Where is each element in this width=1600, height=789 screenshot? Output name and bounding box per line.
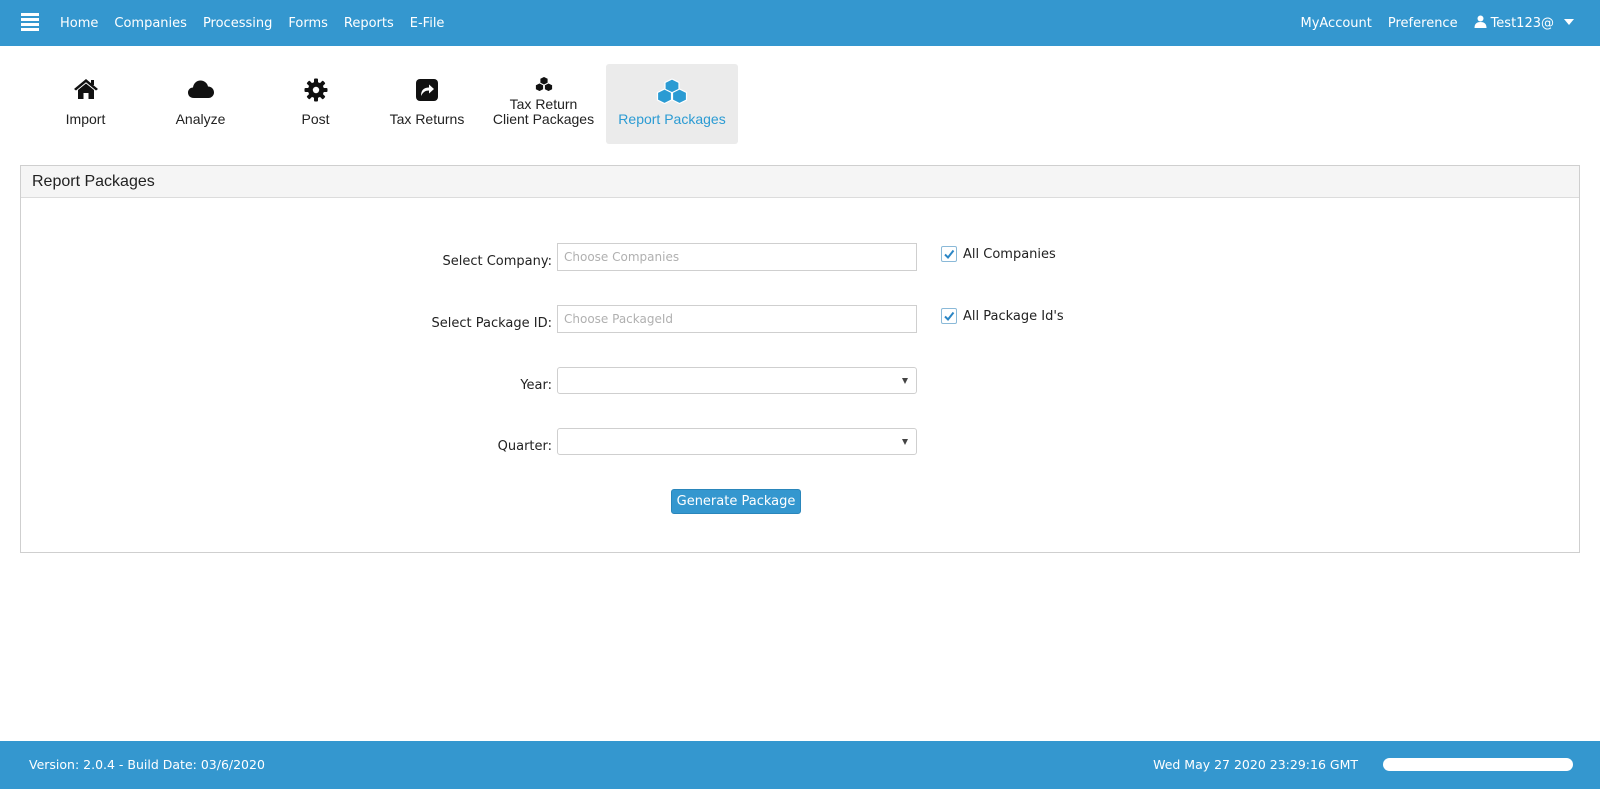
user-menu[interactable]: Test123@ xyxy=(1474,15,1574,31)
home-icon xyxy=(73,79,98,99)
dropdown-arrow-icon xyxy=(902,378,908,384)
nav-my-account[interactable]: MyAccount xyxy=(1300,16,1371,31)
toolbar-tax-returns[interactable]: Tax Returns xyxy=(373,64,481,144)
toolbar-analyze[interactable]: Analyze xyxy=(143,64,258,144)
toolbar-report-packages[interactable]: Report Packages xyxy=(606,64,738,144)
action-toolbar: Import Analyze Post Tax Returns Tax Retu… xyxy=(28,64,738,144)
package-row: Select Package ID: All Package Id's xyxy=(21,305,1579,335)
all-packages-group: All Package Id's xyxy=(941,308,1064,324)
nav-efile[interactable]: E-File xyxy=(410,16,445,31)
generate-row: Generate Package xyxy=(21,489,1579,519)
toolbar-analyze-label: Analyze xyxy=(175,111,226,127)
share-square-icon xyxy=(416,79,438,101)
toolbar-import-label: Import xyxy=(65,111,106,127)
company-input[interactable] xyxy=(557,243,917,271)
redacted-region xyxy=(1383,758,1573,771)
quarter-label: Quarter: xyxy=(497,439,552,454)
user-name: Test123@ xyxy=(1490,16,1554,31)
package-label: Select Package ID: xyxy=(431,316,552,331)
account-nav: MyAccount Preference Test123@ xyxy=(1284,0,1574,46)
toolbar-client-packages-line1: Tax Return xyxy=(509,96,578,112)
year-select[interactable] xyxy=(557,367,917,394)
footer-version: Version: 2.0.4 - Build Date: 03/6/2020 xyxy=(29,757,265,772)
main-nav: Home Companies Processing Forms Reports … xyxy=(60,0,460,46)
footer-datetime: Wed May 27 2020 23:29:16 GMT xyxy=(1153,757,1358,772)
footer: Version: 2.0.4 - Build Date: 03/6/2020 W… xyxy=(0,741,1600,789)
quarter-row: Quarter: xyxy=(21,428,1579,458)
nav-companies[interactable]: Companies xyxy=(114,16,187,31)
all-packages-checkbox[interactable] xyxy=(941,308,957,324)
nav-home[interactable]: Home xyxy=(60,16,98,31)
checkmark-icon xyxy=(944,249,955,260)
dropdown-arrow-icon xyxy=(902,439,908,445)
cubes-icon xyxy=(656,78,688,104)
user-icon xyxy=(1474,15,1487,28)
toolbar-tax-returns-label: Tax Returns xyxy=(389,111,465,127)
report-packages-panel: Report Packages Select Company: All Comp… xyxy=(20,165,1580,553)
checkmark-icon xyxy=(944,311,955,322)
all-companies-group: All Companies xyxy=(941,246,1056,262)
toolbar-import[interactable]: Import xyxy=(28,64,143,144)
caret-down-icon xyxy=(1564,19,1574,25)
year-row: Year: xyxy=(21,367,1579,397)
gear-icon xyxy=(304,78,327,102)
quarter-select[interactable] xyxy=(557,428,917,455)
nav-processing[interactable]: Processing xyxy=(203,16,272,31)
nav-preference[interactable]: Preference xyxy=(1388,16,1458,31)
generate-package-button[interactable]: Generate Package xyxy=(671,489,801,514)
toolbar-client-packages-line2: Client Packages xyxy=(492,111,595,127)
nav-reports[interactable]: Reports xyxy=(344,16,394,31)
all-companies-label: All Companies xyxy=(963,246,1056,262)
toolbar-report-packages-label: Report Packages xyxy=(618,111,726,127)
toolbar-post[interactable]: Post xyxy=(258,64,373,144)
toolbar-tax-return-client-packages[interactable]: Tax Return Client Packages xyxy=(481,64,606,144)
package-input[interactable] xyxy=(557,305,917,333)
year-label: Year: xyxy=(520,378,552,393)
cubes-icon xyxy=(534,76,553,92)
toolbar-tax-return-client-packages-label: Tax Return Client Packages xyxy=(481,97,606,127)
cloud-icon xyxy=(187,80,214,98)
toolbar-post-label: Post xyxy=(301,111,330,127)
all-packages-label: All Package Id's xyxy=(963,308,1064,324)
all-companies-checkbox[interactable] xyxy=(941,246,957,262)
company-row: Select Company: All Companies xyxy=(21,243,1579,273)
panel-title: Report Packages xyxy=(21,166,1579,198)
top-navbar: Home Companies Processing Forms Reports … xyxy=(0,0,1600,46)
hamburger-menu-icon[interactable] xyxy=(21,13,39,31)
company-label: Select Company: xyxy=(442,254,552,269)
nav-forms[interactable]: Forms xyxy=(288,16,328,31)
